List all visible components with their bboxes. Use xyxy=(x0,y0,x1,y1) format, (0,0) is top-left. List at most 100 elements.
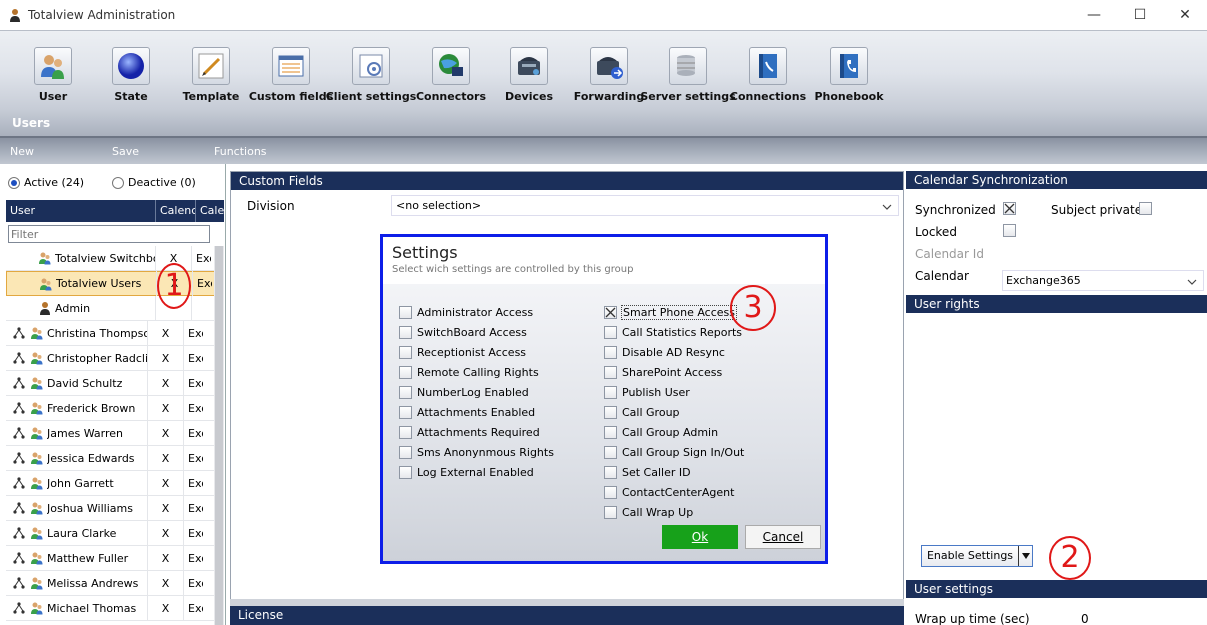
setting-option[interactable]: Remote Calling Rights xyxy=(399,366,539,379)
user-row[interactable]: Joshua Williams XExc xyxy=(6,495,216,521)
setting-option[interactable]: Call Group Sign In/Out xyxy=(604,446,744,459)
setting-option[interactable]: Publish User xyxy=(604,386,690,399)
phonebook-icon xyxy=(830,47,868,85)
checkbox-icon[interactable] xyxy=(399,346,412,359)
active-radio[interactable]: Active (24) xyxy=(8,176,84,189)
setting-option[interactable]: Receptionist Access xyxy=(399,346,526,359)
column-user[interactable]: User xyxy=(6,200,156,222)
setting-option[interactable]: Smart Phone Access xyxy=(604,305,737,320)
user-row[interactable]: Frederick Brown XExc xyxy=(6,395,216,421)
setting-option[interactable]: NumberLog Enabled xyxy=(399,386,529,399)
setting-option[interactable]: Disable AD Resync xyxy=(604,346,725,359)
menu-new[interactable]: New xyxy=(10,145,34,158)
cancel-button[interactable]: Cancel xyxy=(745,525,821,549)
checkbox-icon[interactable] xyxy=(604,406,617,419)
user-row[interactable]: Christopher RadcliffXExc xyxy=(6,345,216,371)
setting-option[interactable]: Log External Enabled xyxy=(399,466,534,479)
maximize-icon[interactable]: ☐ xyxy=(1117,0,1163,30)
subject-private-checkbox[interactable] xyxy=(1139,202,1152,215)
checkbox-icon[interactable] xyxy=(399,426,412,439)
checkbox-icon[interactable] xyxy=(399,386,412,399)
deactive-radio[interactable]: Deactive (0) xyxy=(112,176,196,189)
dropdown-arrow-icon[interactable] xyxy=(1018,546,1032,566)
tool-client-settings[interactable]: Client settings xyxy=(326,47,416,109)
calendar-select[interactable]: Exchange365 xyxy=(1002,270,1204,291)
setting-option[interactable]: SharePoint Access xyxy=(604,366,722,379)
checkbox-icon[interactable] xyxy=(604,346,617,359)
user-row[interactable]: Christina ThompsorXExc xyxy=(6,320,216,346)
tool-template[interactable]: Template xyxy=(183,47,239,109)
setting-option[interactable]: Sms Anonynmous Rights xyxy=(399,446,554,459)
setting-option[interactable]: Call Statistics Reports xyxy=(604,326,742,339)
user-row[interactable]: James Warren XExc xyxy=(6,420,216,446)
ok-button[interactable]: Ok xyxy=(662,525,738,549)
enable-settings-button[interactable]: Enable Settings xyxy=(921,545,1033,567)
column-calendar-type[interactable]: Cale xyxy=(196,200,224,222)
column-calendar[interactable]: Calenc xyxy=(156,200,196,222)
setting-option[interactable]: Call Group Admin xyxy=(604,426,718,439)
tool-forwarding[interactable]: Forwarding xyxy=(574,47,644,109)
checkbox-icon[interactable] xyxy=(399,406,412,419)
user-row[interactable]: Laura Clarke XExc xyxy=(6,520,216,546)
checkbox-checked-icon[interactable] xyxy=(604,306,617,319)
hierarchy-icon xyxy=(12,452,26,464)
user-row[interactable]: David Schultz XExc xyxy=(6,370,216,396)
setting-option[interactable]: ContactCenterAgent xyxy=(604,486,734,499)
ribbon-toolbar: User State Template Custom fields Client… xyxy=(0,30,1207,136)
locked-checkbox[interactable] xyxy=(1003,224,1016,237)
checkbox-icon[interactable] xyxy=(604,486,617,499)
menu-functions[interactable]: Functions xyxy=(214,145,267,158)
checkbox-icon[interactable] xyxy=(604,386,617,399)
setting-option[interactable]: Attachments Required xyxy=(399,426,540,439)
checkbox-icon[interactable] xyxy=(604,506,617,519)
minimize-icon[interactable]: — xyxy=(1071,0,1117,30)
setting-option[interactable]: Set Caller ID xyxy=(604,466,691,479)
user-row[interactable]: Melissa Andrews XExc xyxy=(6,570,216,596)
tool-connections[interactable]: Connections xyxy=(730,47,806,109)
synchronized-checkbox[interactable] xyxy=(1003,202,1016,215)
user-row[interactable]: Michael Thomas XExc xyxy=(6,595,216,621)
user-row[interactable]: Matthew Fuller XExc xyxy=(6,545,216,571)
tool-devices[interactable]: Devices xyxy=(505,47,553,109)
checkbox-icon[interactable] xyxy=(604,426,617,439)
user-row[interactable]: John Garrett XExc xyxy=(6,470,216,496)
calendar-flag: X xyxy=(147,320,183,346)
tool-server-settings[interactable]: Server settings xyxy=(640,47,736,109)
tool-phonebook[interactable]: Phonebook xyxy=(814,47,884,109)
hierarchy-icon xyxy=(12,577,26,589)
checkbox-icon[interactable] xyxy=(399,446,412,459)
checkbox-icon[interactable] xyxy=(604,326,617,339)
checkbox-icon[interactable] xyxy=(604,366,617,379)
license-header: License xyxy=(230,606,904,625)
user-row[interactable]: Jessica Edwards XExc xyxy=(6,445,216,471)
setting-option[interactable]: Attachments Enabled xyxy=(399,406,535,419)
filter-input[interactable] xyxy=(8,225,210,243)
setting-option[interactable]: Administrator Access xyxy=(399,306,533,319)
user-name: Christina Thompsor xyxy=(47,326,147,340)
setting-label: Smart Phone Access xyxy=(621,305,737,320)
wrap-up-value[interactable]: 0 xyxy=(1081,612,1089,625)
division-select[interactable]: <no selection> xyxy=(391,195,899,216)
checkbox-icon[interactable] xyxy=(399,366,412,379)
menu-save[interactable]: Save xyxy=(112,145,139,158)
user-list-scrollbar[interactable] xyxy=(214,246,224,625)
calendar-flag: X xyxy=(147,495,183,521)
tool-state[interactable]: State xyxy=(109,47,153,109)
user-name: Totalview Users xyxy=(56,277,142,290)
hierarchy-icon xyxy=(12,352,26,364)
tool-custom-fields[interactable]: Custom fields xyxy=(249,47,333,109)
scroll-thumb[interactable] xyxy=(215,246,223,625)
close-icon[interactable]: ✕ xyxy=(1162,0,1207,30)
checkbox-icon[interactable] xyxy=(604,466,617,479)
checkbox-icon[interactable] xyxy=(399,306,412,319)
tool-connectors[interactable]: Connectors xyxy=(416,47,486,109)
tool-user[interactable]: User xyxy=(31,47,75,109)
checkbox-icon[interactable] xyxy=(399,466,412,479)
settings-dialog: Settings Select wich settings are contro… xyxy=(380,234,828,564)
checkbox-icon[interactable] xyxy=(399,326,412,339)
setting-option[interactable]: Call Wrap Up xyxy=(604,506,693,519)
setting-option[interactable]: Call Group xyxy=(604,406,680,419)
checkbox-icon[interactable] xyxy=(604,446,617,459)
user-group-icon xyxy=(30,601,44,615)
setting-option[interactable]: SwitchBoard Access xyxy=(399,326,527,339)
